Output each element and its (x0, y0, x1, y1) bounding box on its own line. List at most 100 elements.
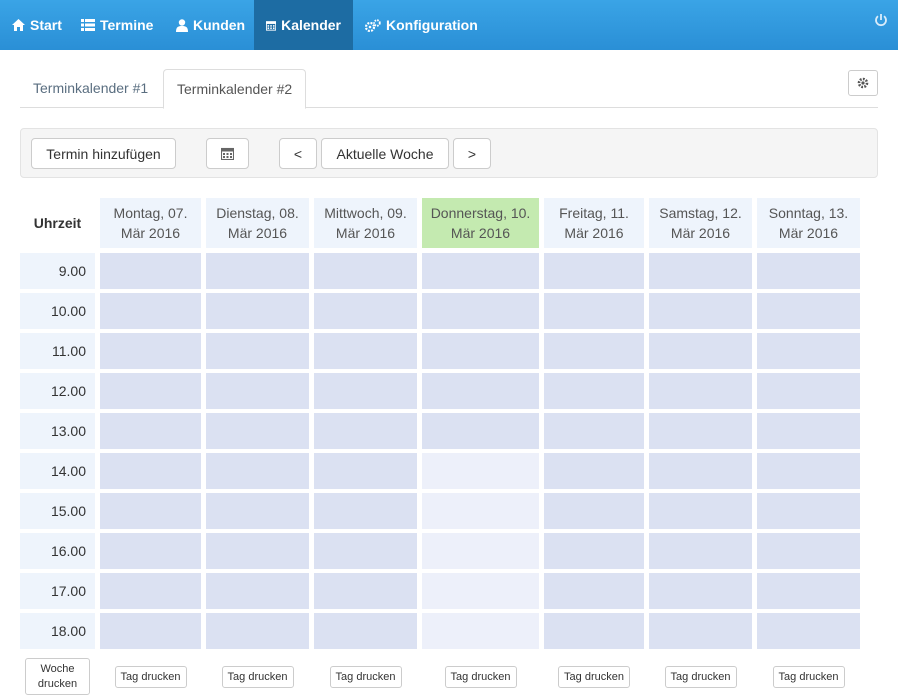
time-slot[interactable] (757, 613, 860, 649)
time-slot[interactable] (100, 613, 201, 649)
time-slot[interactable] (544, 373, 644, 409)
time-slot[interactable] (100, 573, 201, 609)
nav-termine[interactable]: Termine (69, 0, 165, 50)
time-label: 14.00 (20, 453, 95, 489)
time-slot[interactable] (544, 253, 644, 289)
time-slot[interactable] (206, 453, 309, 489)
time-slot[interactable] (422, 493, 539, 529)
time-slot[interactable] (100, 453, 201, 489)
previous-week-button[interactable]: < (279, 138, 317, 169)
time-slot[interactable] (422, 293, 539, 329)
time-slot[interactable] (649, 373, 752, 409)
time-slot[interactable] (544, 533, 644, 569)
time-slot[interactable] (100, 373, 201, 409)
time-slot[interactable] (757, 293, 860, 329)
time-slot[interactable] (649, 333, 752, 369)
time-slot[interactable] (100, 333, 201, 369)
time-slot[interactable] (422, 413, 539, 449)
tab-terminkalender-1[interactable]: Terminkalender #1 (20, 69, 161, 108)
time-slot[interactable] (206, 293, 309, 329)
time-slot[interactable] (100, 493, 201, 529)
time-slot[interactable] (544, 413, 644, 449)
time-slot[interactable] (100, 293, 201, 329)
time-slot[interactable] (649, 493, 752, 529)
time-slot[interactable] (314, 613, 417, 649)
time-slot[interactable] (757, 413, 860, 449)
time-slot[interactable] (314, 293, 417, 329)
nav-konfiguration[interactable]: Konfiguration (353, 0, 490, 50)
day-header-weekday: Samstag, 12. (659, 205, 742, 221)
day-header-month: Mär 2016 (450, 225, 511, 241)
time-slot[interactable] (206, 413, 309, 449)
day-header: Mittwoch, 09. Mär 2016 (314, 198, 417, 248)
nav-kunden[interactable]: Kunden (164, 0, 257, 50)
time-slot[interactable] (649, 293, 752, 329)
time-slot[interactable] (314, 453, 417, 489)
time-slot[interactable] (422, 373, 539, 409)
time-slot[interactable] (544, 493, 644, 529)
print-day-button[interactable]: Tag drucken (329, 666, 402, 688)
print-day-button[interactable]: Tag drucken (664, 666, 737, 688)
time-slot[interactable] (544, 293, 644, 329)
time-slot[interactable] (100, 533, 201, 569)
time-slot[interactable] (314, 493, 417, 529)
time-slot[interactable] (757, 533, 860, 569)
time-slot[interactable] (314, 533, 417, 569)
settings-button[interactable] (848, 70, 878, 96)
time-slot[interactable] (314, 573, 417, 609)
time-slot[interactable] (757, 333, 860, 369)
print-week-button[interactable]: Woche drucken (25, 658, 90, 695)
print-day-button[interactable]: Tag drucken (444, 666, 517, 688)
time-slot[interactable] (422, 573, 539, 609)
time-slot[interactable] (649, 413, 752, 449)
time-slot[interactable] (100, 413, 201, 449)
tab-terminkalender-2[interactable]: Terminkalender #2 (163, 69, 307, 109)
print-day-button[interactable]: Tag drucken (221, 666, 294, 688)
time-slot[interactable] (206, 373, 309, 409)
time-slot[interactable] (206, 613, 309, 649)
time-slot[interactable] (206, 333, 309, 369)
print-day-button[interactable]: Tag drucken (114, 666, 187, 688)
time-slot[interactable] (422, 333, 539, 369)
day-header-weekday: Freitag, 11. (559, 205, 629, 221)
time-slot[interactable] (757, 253, 860, 289)
time-slot[interactable] (757, 493, 860, 529)
current-week-button[interactable]: Aktuelle Woche (321, 138, 449, 169)
time-slot[interactable] (649, 533, 752, 569)
time-slot[interactable] (649, 573, 752, 609)
time-slot[interactable] (422, 613, 539, 649)
date-picker-button[interactable] (206, 138, 249, 169)
time-slot[interactable] (206, 253, 309, 289)
time-slot[interactable] (649, 253, 752, 289)
time-slot[interactable] (314, 373, 417, 409)
time-slot[interactable] (314, 413, 417, 449)
time-slot[interactable] (757, 453, 860, 489)
time-slot[interactable] (422, 253, 539, 289)
print-day-button[interactable]: Tag drucken (558, 666, 630, 688)
nav-kunden-label: Kunden (193, 17, 246, 33)
time-slot[interactable] (757, 573, 860, 609)
time-slot[interactable] (544, 613, 644, 649)
calendar-icon (221, 147, 234, 160)
add-appointment-button[interactable]: Termin hinzufügen (31, 138, 176, 169)
time-slot[interactable] (757, 373, 860, 409)
time-slot[interactable] (422, 533, 539, 569)
time-slot[interactable] (314, 253, 417, 289)
time-slot[interactable] (314, 333, 417, 369)
time-slot[interactable] (206, 493, 309, 529)
next-week-button[interactable]: > (453, 138, 491, 169)
time-slot[interactable] (422, 453, 539, 489)
time-slot[interactable] (206, 573, 309, 609)
time-slot[interactable] (206, 533, 309, 569)
time-slot[interactable] (544, 333, 644, 369)
time-slot[interactable] (544, 573, 644, 609)
time-slot[interactable] (649, 613, 752, 649)
time-slot[interactable] (649, 453, 752, 489)
time-slot[interactable] (544, 453, 644, 489)
day-header: Sonntag, 13. Mär 2016 (757, 198, 860, 248)
power-icon[interactable] (874, 13, 888, 32)
time-slot[interactable] (100, 253, 201, 289)
nav-start[interactable]: Start (0, 0, 74, 50)
print-day-button[interactable]: Tag drucken (772, 666, 845, 688)
nav-kalender[interactable]: Kalender (254, 0, 353, 50)
